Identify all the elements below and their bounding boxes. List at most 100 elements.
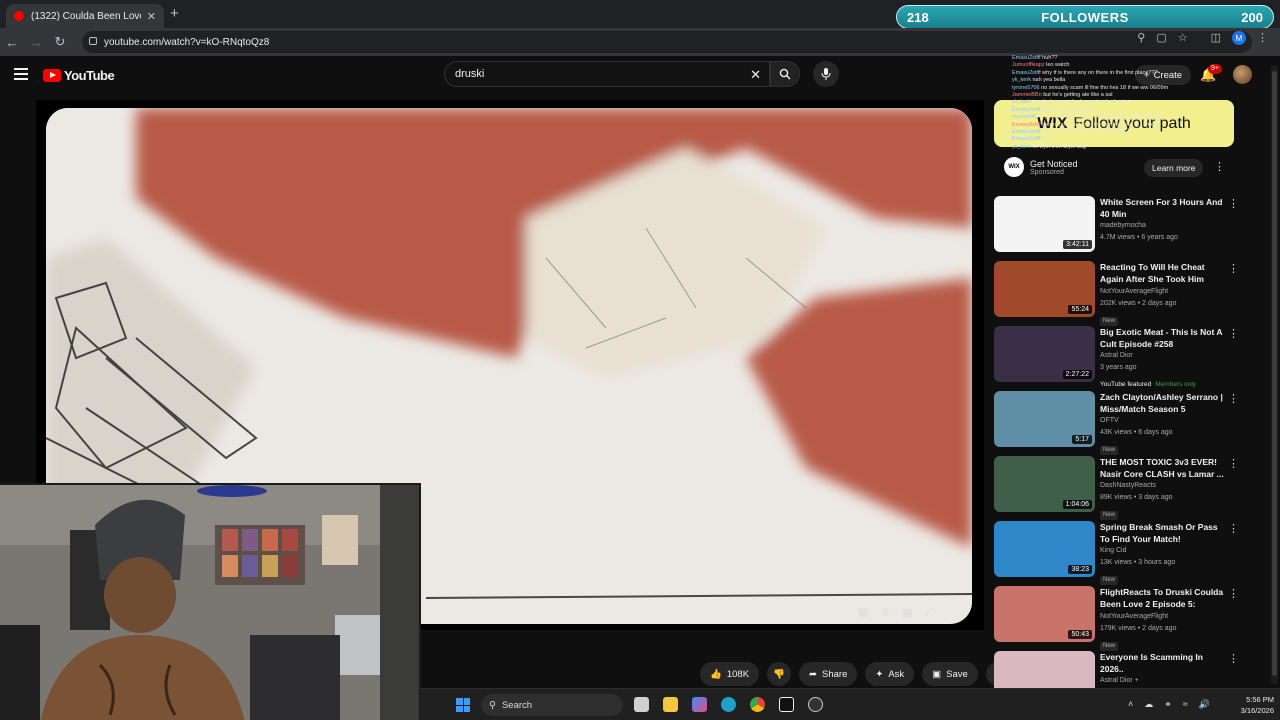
tray-overflow-icon[interactable]: ˄ <box>1128 699 1133 710</box>
video-title[interactable]: Zach Clayton/Ashley Serrano | Miss/Match… <box>1100 392 1226 415</box>
file-explorer-icon[interactable] <box>663 697 678 712</box>
forward-icon[interactable]: → <box>24 35 48 50</box>
video-thumbnail[interactable]: 2:27:22 <box>994 326 1095 382</box>
chat-username: Emasu2stiff <box>1012 136 1041 143</box>
chrome-icon[interactable] <box>750 697 765 712</box>
side-panel-icon[interactable]: ◫ <box>1211 31 1221 45</box>
video-menu-icon[interactable]: ⋮ <box>1228 652 1239 665</box>
channel-name[interactable]: King Cid <box>1100 545 1226 557</box>
video-thumbnail[interactable]: 50:43 <box>994 586 1095 642</box>
recommended-video[interactable]: 1:04:06 THE MOST TOXIC 3v3 EVER! Nasir Co… <box>994 455 1240 520</box>
ad-menu-icon[interactable]: ⋮ <box>1214 160 1225 173</box>
taskbar-search[interactable]: ⚲ Search <box>481 694 623 716</box>
chat-text: you and he wear nut stained shirts to <box>1042 129 1133 136</box>
video-thumbnail[interactable]: 38:23 <box>994 521 1095 577</box>
ad-logo: WIX <box>1004 157 1024 177</box>
recommended-video[interactable]: 50:43 FlightReacts To Druski Coulda Been … <box>994 585 1240 652</box>
video-thumbnail[interactable]: 3:42:11 <box>994 196 1095 252</box>
video-thumbnail[interactable]: 5:17 <box>994 391 1095 447</box>
menu-icon[interactable] <box>14 68 28 83</box>
like-button[interactable]: 👍 108K <box>700 662 760 686</box>
video-menu-icon[interactable]: ⋮ <box>1228 587 1239 600</box>
video-menu-icon[interactable]: ⋮ <box>1228 392 1239 405</box>
microphone-icon <box>821 68 831 80</box>
video-title[interactable]: White Screen For 3 Hours And 40 Min <box>1100 197 1226 220</box>
video-title[interactable]: THE MOST TOXIC 3v3 EVER! Nasir Core CLAS… <box>1100 457 1226 480</box>
video-thumbnail[interactable]: 55:24 <box>994 261 1095 317</box>
tray-app-icon[interactable]: ☁ <box>1144 699 1153 710</box>
page-scrollbar[interactable] <box>1271 66 1278 684</box>
video-stats: 202K views • 2 days ago <box>1100 299 1177 307</box>
subtitles-icon[interactable]: ▦ <box>858 606 868 619</box>
miniplayer-icon[interactable]: ▩ <box>902 606 912 619</box>
volume-icon[interactable]: 🔊 <box>1199 699 1210 710</box>
new-tab-button[interactable]: + <box>170 5 179 22</box>
account-avatar[interactable] <box>1233 65 1252 84</box>
recommended-video[interactable]: 5:17 Zach Clayton/Ashley Serrano | Miss/M… <box>994 390 1240 455</box>
channel-name[interactable]: madebymocha <box>1100 220 1226 232</box>
video-thumbnail[interactable]: 1:04:06 <box>994 456 1095 512</box>
site-info-icon[interactable] <box>89 37 97 45</box>
video-menu-icon[interactable]: ⋮ <box>1228 197 1239 210</box>
chat-username: Emasu2stiff <box>1012 55 1041 61</box>
video-title[interactable]: Everyone Is Scamming In 2026.. <box>1100 652 1226 675</box>
zoom-icon[interactable]: ⚲ <box>1137 31 1145 45</box>
channel-name[interactable]: DashNastyReacts <box>1100 480 1226 492</box>
search-query: druski <box>455 68 485 80</box>
channel-name[interactable]: NotYourAverageFlight <box>1100 286 1226 298</box>
video-title[interactable]: Reacting To Will He Cheat Again After Sh… <box>1100 262 1226 286</box>
install-icon[interactable]: ▢ <box>1156 31 1166 45</box>
reload-icon[interactable]: ↻ <box>48 34 72 50</box>
edge-icon[interactable] <box>721 697 736 712</box>
video-meta: FlightReacts To Druski Coulda Been Love … <box>1100 587 1226 652</box>
tab-close-icon[interactable]: ✕ <box>147 10 156 23</box>
video-menu-icon[interactable]: ⋮ <box>1228 457 1239 470</box>
youtube-logo[interactable]: YouTube <box>43 68 115 83</box>
recommended-video[interactable]: 38:23 Spring Break Smash Or Pass To Find … <box>994 520 1240 585</box>
ask-button[interactable]: ✦ Ask <box>865 662 915 686</box>
fullscreen-icon[interactable]: ⤢ <box>925 606 934 619</box>
tray-mic-icon[interactable]: ⚭ <box>1164 699 1172 710</box>
save-button[interactable]: ▣ Save <box>922 662 978 686</box>
channel-name[interactable]: OFTV <box>1100 415 1226 427</box>
video-menu-icon[interactable]: ⋮ <box>1228 262 1239 275</box>
obs-icon[interactable] <box>808 697 823 712</box>
browser-toolbar: ← → ↻ youtube.com/watch?v=kO-RNqtoQz8 <box>0 28 1280 56</box>
video-title[interactable]: FlightReacts To Druski Coulda Been Love … <box>1100 587 1226 611</box>
video-duration: 5:17 <box>1072 435 1092 444</box>
video-title[interactable]: Big Exotic Meat - This Is Not A Cult Epi… <box>1100 327 1226 350</box>
recommended-video[interactable]: 55:24 Reacting To Will He Cheat Again Aft… <box>994 260 1240 326</box>
chat-text: hahaha its homework <box>1042 106 1095 113</box>
chrome-menu-icon[interactable]: ⋮ <box>1257 31 1268 45</box>
wifi-icon[interactable]: ≈ <box>1183 699 1188 710</box>
windows-start-icon[interactable] <box>456 698 470 712</box>
address-bar[interactable]: youtube.com/watch?v=kO-RNqtoQz8 <box>82 31 1252 53</box>
browser-tab[interactable]: (1322) Coulda Been Love 2 Ep... ✕ <box>6 4 164 28</box>
dislike-button[interactable]: 👎 <box>767 662 792 686</box>
learn-more-button[interactable]: Learn more <box>1144 159 1204 177</box>
search-input[interactable]: druski ✕ <box>444 61 770 87</box>
channel-name[interactable]: NotYourAverageFlight <box>1100 611 1226 623</box>
settings-gear-icon[interactable]: ⚙ <box>880 606 890 619</box>
chat-message: Jumuoffleapz leo watch <box>1012 62 1212 69</box>
back-icon[interactable]: ← <box>0 35 24 50</box>
channel-name[interactable]: Astral Dior <box>1100 350 1226 362</box>
copilot-icon[interactable] <box>692 697 707 712</box>
recommended-video[interactable]: 3:42:11 White Screen For 3 Hours And 40 M… <box>994 195 1240 260</box>
taskbar-clock[interactable]: 5:56 PM 3/16/2026 <box>1230 694 1274 716</box>
search-button[interactable] <box>770 61 800 87</box>
video-meta: THE MOST TOXIC 3v3 EVER! Nasir Core CLAS… <box>1100 457 1226 521</box>
video-menu-icon[interactable]: ⋮ <box>1228 327 1239 340</box>
task-view-icon[interactable] <box>634 697 649 712</box>
voice-search-button[interactable] <box>813 61 839 87</box>
bookmark-star-icon[interactable]: ☆ <box>1178 31 1188 45</box>
share-button[interactable]: ➦ Share <box>799 662 858 686</box>
video-title[interactable]: Spring Break Smash Or Pass To Find Your … <box>1100 522 1226 545</box>
profile-avatar[interactable]: M <box>1232 31 1246 45</box>
recommended-video[interactable]: 2:27:22 Big Exotic Meat - This Is Not A C… <box>994 325 1240 390</box>
capcut-icon[interactable] <box>779 697 794 712</box>
clear-search-icon[interactable]: ✕ <box>750 67 761 83</box>
channel-name[interactable]: Astral Dior + <box>1100 675 1226 687</box>
video-menu-icon[interactable]: ⋮ <box>1228 522 1239 535</box>
scrollbar-thumb[interactable] <box>1272 71 1277 676</box>
